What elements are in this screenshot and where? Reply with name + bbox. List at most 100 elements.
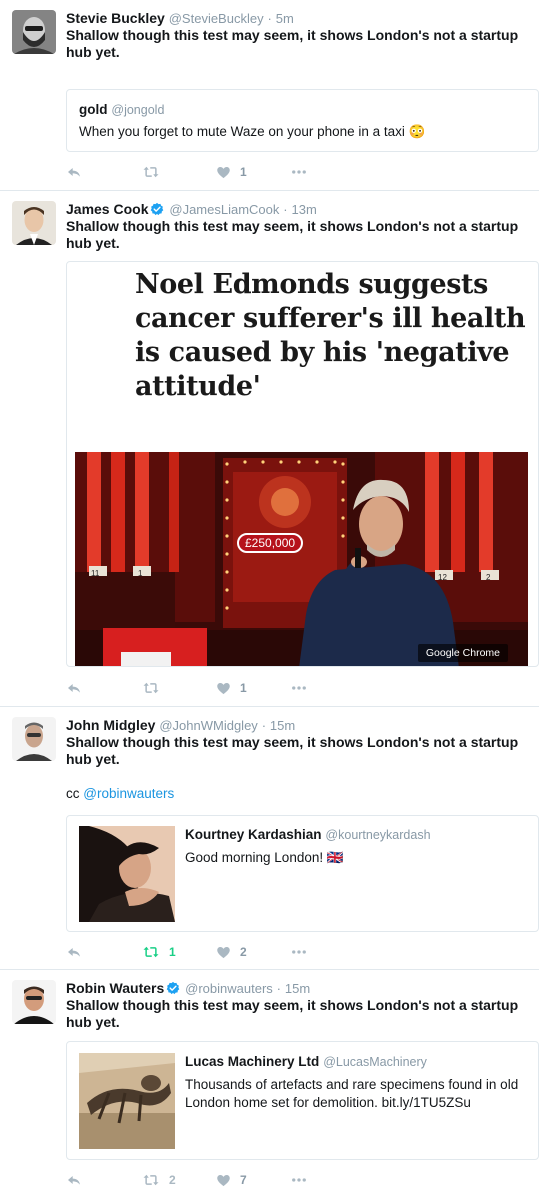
reply-icon (66, 1172, 82, 1188)
heart-icon (216, 945, 231, 960)
tweet[interactable]: James Cook @JamesLiamCook · 13m Shallow … (0, 191, 539, 707)
quoted-tweet[interactable]: gold @jongold When you forget to mute Wa… (66, 89, 539, 152)
like-count: 1 (240, 681, 247, 695)
tweet-actions: 1 (66, 163, 326, 181)
tweet-header: Robin Wauters @robinwauters · 15m (66, 979, 310, 998)
retweet-button[interactable] (142, 163, 169, 181)
tweet-text: Shallow though this test may seem, it sh… (66, 218, 519, 251)
retweet-icon (142, 163, 160, 181)
retweet-icon (142, 679, 160, 697)
quoted-author-name: gold (79, 102, 108, 117)
like-count: 7 (240, 1173, 247, 1187)
like-button[interactable]: 1 (216, 163, 247, 181)
tweet-extra-text: cc @robinwauters (66, 785, 174, 802)
retweet-button[interactable]: 2 (142, 1171, 176, 1189)
avatar[interactable] (12, 717, 56, 761)
flushed-face-emoji: 😳 (408, 124, 426, 139)
avatar[interactable] (12, 10, 56, 54)
quoted-media-thumbnail (79, 1053, 175, 1149)
author-name[interactable]: James Cook (66, 201, 148, 217)
reply-icon (66, 680, 82, 696)
article-headline: Noel Edmonds suggests cancer sufferer's … (135, 269, 526, 402)
tweet-actions: 1 (66, 679, 326, 697)
retweet-count: 1 (169, 945, 176, 959)
tweet-text: Shallow though this test may seem, it sh… (66, 27, 519, 60)
author-handle[interactable]: @robinwauters (185, 981, 273, 996)
like-button[interactable]: 2 (216, 943, 247, 961)
author-handle[interactable]: @JohnWMidgley (159, 718, 257, 733)
reply-icon (66, 944, 82, 960)
separator-dot: · (261, 718, 267, 733)
like-count: 2 (240, 945, 247, 959)
separator-dot: · (276, 981, 282, 996)
more-icon (290, 943, 308, 961)
tweet-header: James Cook @JamesLiamCook · 13m (66, 200, 317, 219)
verified-badge-icon (166, 981, 180, 995)
tweet-header: Stevie Buckley @StevieBuckley · 5m (66, 9, 294, 28)
reply-button[interactable] (66, 943, 82, 961)
quoted-author-handle: @jongold (111, 103, 165, 117)
timestamp[interactable]: 5m (276, 11, 294, 26)
quoted-text: Thousands of artefacts and rare specimen… (185, 1077, 519, 1110)
timestamp[interactable]: 13m (292, 202, 317, 217)
quoted-author-name: Lucas Machinery Ltd (185, 1054, 320, 1069)
separator-dot: · (267, 11, 272, 26)
author-name[interactable]: John Midgley (66, 717, 155, 733)
like-button[interactable]: 7 (216, 1171, 247, 1189)
more-icon (290, 679, 308, 697)
tweet[interactable]: John Midgley @JohnWMidgley · 15m Shallow… (0, 707, 539, 970)
reply-button[interactable] (66, 163, 82, 181)
quoted-author-handle: @LucasMachinery (323, 1055, 427, 1069)
heart-icon (216, 1173, 231, 1188)
tweet-header: John Midgley @JohnWMidgley · 15m (66, 716, 295, 735)
separator-dot: · (283, 202, 288, 217)
browser-label: Google Chrome (417, 644, 508, 662)
avatar[interactable] (12, 980, 56, 1024)
more-icon (290, 1171, 308, 1189)
uk-flag-emoji: 🇬🇧 (326, 850, 344, 865)
heart-icon (216, 165, 231, 180)
more-button[interactable] (290, 679, 308, 697)
tweet-actions: 2 7 (66, 1171, 326, 1189)
avatar[interactable] (12, 201, 56, 245)
author-name[interactable]: Robin Wauters (66, 980, 164, 996)
more-button[interactable] (290, 163, 308, 181)
quoted-text: Good morning London! (185, 850, 324, 865)
box-number: 2 (486, 573, 491, 582)
like-button[interactable]: 1 (216, 679, 247, 697)
timestamp[interactable]: 15m (285, 981, 310, 996)
retweet-count: 2 (169, 1173, 176, 1187)
author-handle[interactable]: @JamesLiamCook (169, 202, 279, 217)
more-icon (290, 163, 308, 181)
author-handle[interactable]: @StevieBuckley (169, 11, 264, 26)
heart-icon (216, 681, 231, 696)
box-number: 11 (91, 569, 100, 578)
author-name[interactable]: Stevie Buckley (66, 10, 165, 26)
retweet-icon (142, 1171, 160, 1189)
quoted-author-name: Kourtney Kardashian (185, 827, 322, 842)
cc-prefix: cc (66, 786, 80, 801)
quoted-author-handle: @kourtneykardash (325, 828, 431, 842)
reply-button[interactable] (66, 1171, 82, 1189)
tv-show-photo: £250,000 11 1 12 2 Google Chrome (75, 452, 528, 666)
prize-display: £250,000 (237, 533, 304, 553)
tweet[interactable]: Stevie Buckley @StevieBuckley · 5m Shall… (0, 0, 539, 191)
mention-link[interactable]: @robinwauters (83, 786, 174, 801)
retweet-icon (142, 943, 160, 961)
more-button[interactable] (290, 943, 308, 961)
quoted-tweet[interactable]: Kourtney Kardashian @kourtneykardash Goo… (66, 815, 539, 932)
tweet[interactable]: Robin Wauters @robinwauters · 15m Shallo… (0, 970, 539, 1200)
quoted-tweet[interactable]: Lucas Machinery Ltd @LucasMachinery Thou… (66, 1041, 539, 1160)
box-number: 1 (138, 569, 143, 578)
like-count: 1 (240, 165, 247, 179)
retweet-button[interactable]: 1 (142, 943, 176, 961)
reply-icon (66, 164, 82, 180)
tweet-text: Shallow though this test may seem, it sh… (66, 734, 519, 767)
article-screenshot[interactable]: Noel Edmonds suggests cancer sufferer's … (66, 261, 539, 667)
reply-button[interactable] (66, 679, 82, 697)
quoted-media-thumbnail (79, 826, 175, 922)
more-button[interactable] (290, 1171, 308, 1189)
box-number: 12 (438, 573, 447, 582)
retweet-button[interactable] (142, 679, 169, 697)
timestamp[interactable]: 15m (270, 718, 295, 733)
